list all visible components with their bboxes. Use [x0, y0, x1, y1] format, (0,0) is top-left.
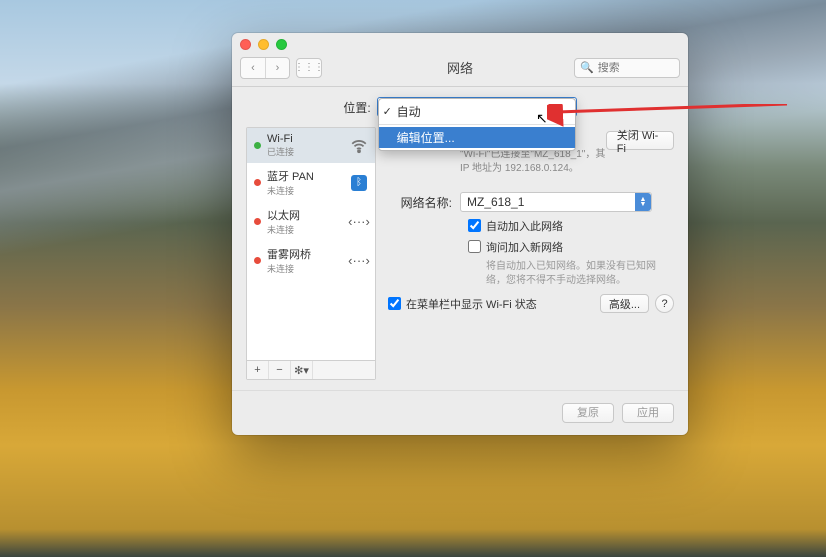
- interface-name: Wi-Fi: [267, 133, 344, 145]
- status-dot-icon: [254, 179, 261, 186]
- location-select[interactable]: ✓ 自动 编辑位置...: [377, 97, 577, 117]
- zoom-button[interactable]: [276, 39, 287, 50]
- search-field[interactable]: 🔍: [574, 58, 680, 78]
- auto-join-checkbox-row: 自动加入此网络: [468, 218, 674, 234]
- location-dropdown: ✓ 自动 编辑位置...: [378, 98, 576, 151]
- network-name-select[interactable]: MZ_618_1 ▲▼: [460, 192, 652, 212]
- content-area: 位置: ✓ 自动 编辑位置...: [232, 87, 688, 390]
- sidebar-item-wifi[interactable]: Wi-Fi 已连接: [247, 128, 375, 163]
- show-in-menubar-label: 在菜单栏中显示 Wi-Fi 状态: [406, 296, 537, 312]
- revert-button[interactable]: 复原: [562, 403, 614, 423]
- detail-pane: 状态: 已连接 "Wi-Fi"已连接至"MZ_618_1"，其 IP 地址为 1…: [388, 127, 674, 380]
- search-input[interactable]: [598, 62, 740, 74]
- sidebar-item-bluetooth-pan[interactable]: 蓝牙 PAN 未连接 ᛒ: [247, 163, 375, 202]
- auto-join-checkbox[interactable]: [468, 219, 481, 232]
- titlebar: [232, 33, 688, 55]
- dropdown-separator: [379, 124, 575, 125]
- back-button[interactable]: ‹: [241, 58, 265, 78]
- location-label: 位置:: [343, 99, 370, 116]
- status-dot-icon: [254, 257, 261, 264]
- check-icon: ✓: [383, 105, 392, 118]
- close-button[interactable]: [240, 39, 251, 50]
- ask-join-description: 将自动加入已知网络。如果没有已知网络，您将不得不手动选择网络。: [486, 260, 661, 288]
- advanced-button[interactable]: 高级...: [600, 294, 649, 313]
- toolbar: ‹ › ⋮⋮⋮ 网络 🔍: [232, 55, 688, 87]
- network-name-value: MZ_618_1: [467, 195, 524, 209]
- ask-join-checkbox[interactable]: [468, 240, 481, 253]
- ask-join-label: 询问加入新网络: [486, 239, 563, 255]
- minimize-button[interactable]: [258, 39, 269, 50]
- location-option-edit[interactable]: 编辑位置...: [379, 127, 575, 148]
- status-description: "Wi-Fi"已连接至"MZ_618_1"，其 IP 地址为 192.168.0…: [460, 148, 606, 176]
- interface-status: 已连接: [267, 145, 344, 158]
- bluetooth-icon: ᛒ: [350, 174, 368, 192]
- interface-status: 未连接: [267, 184, 344, 197]
- interface-status: 未连接: [267, 223, 344, 236]
- location-row: 位置: ✓ 自动 编辑位置...: [246, 97, 674, 117]
- interface-options-button[interactable]: ✻▾: [291, 361, 313, 379]
- interface-name: 雷雾网桥: [267, 246, 344, 262]
- interface-status: 未连接: [267, 262, 344, 275]
- turn-off-wifi-button[interactable]: 关闭 Wi-Fi: [606, 131, 674, 150]
- sidebar-footer: + − ✻▾: [247, 360, 375, 379]
- wifi-icon: [350, 137, 368, 155]
- add-interface-button[interactable]: +: [247, 361, 269, 379]
- sidebar-item-ethernet[interactable]: 以太网 未连接 ‹···›: [247, 202, 375, 241]
- footer-buttons: 复原 应用: [232, 390, 688, 435]
- interface-name: 蓝牙 PAN: [267, 168, 344, 184]
- chevron-updown-icon: ▲▼: [635, 193, 651, 211]
- sidebar-item-thunderbolt-bridge[interactable]: 雷雾网桥 未连接 ‹···›: [247, 241, 375, 280]
- forward-button[interactable]: ›: [265, 58, 289, 78]
- ethernet-icon: ‹···›: [350, 213, 368, 231]
- show-all-button[interactable]: ⋮⋮⋮: [296, 58, 322, 78]
- ask-join-checkbox-row: 询问加入新网络: [468, 239, 674, 255]
- network-prefs-window: ‹ › ⋮⋮⋮ 网络 🔍 位置: ✓ 自动 编辑位置...: [232, 33, 688, 435]
- main-area: Wi-Fi 已连接 蓝牙 PAN 未连接 ᛒ: [246, 127, 674, 380]
- network-name-label: 网络名称:: [388, 192, 460, 211]
- status-dot-icon: [254, 142, 261, 149]
- status-dot-icon: [254, 218, 261, 225]
- search-icon: 🔍: [580, 61, 594, 74]
- location-option-auto[interactable]: ✓ 自动: [379, 101, 575, 122]
- interface-sidebar: Wi-Fi 已连接 蓝牙 PAN 未连接 ᛒ: [246, 127, 376, 380]
- remove-interface-button[interactable]: −: [269, 361, 291, 379]
- show-in-menubar-checkbox[interactable]: [388, 297, 401, 310]
- apply-button[interactable]: 应用: [622, 403, 674, 423]
- help-button[interactable]: ?: [655, 294, 674, 313]
- auto-join-label: 自动加入此网络: [486, 218, 563, 234]
- ethernet-icon: ‹···›: [350, 252, 368, 270]
- advanced-row: 在菜单栏中显示 Wi-Fi 状态 高级... ?: [388, 288, 674, 313]
- interface-list: Wi-Fi 已连接 蓝牙 PAN 未连接 ᛒ: [247, 128, 375, 360]
- interface-name: 以太网: [267, 207, 344, 223]
- nav-back-forward: ‹ ›: [240, 57, 290, 79]
